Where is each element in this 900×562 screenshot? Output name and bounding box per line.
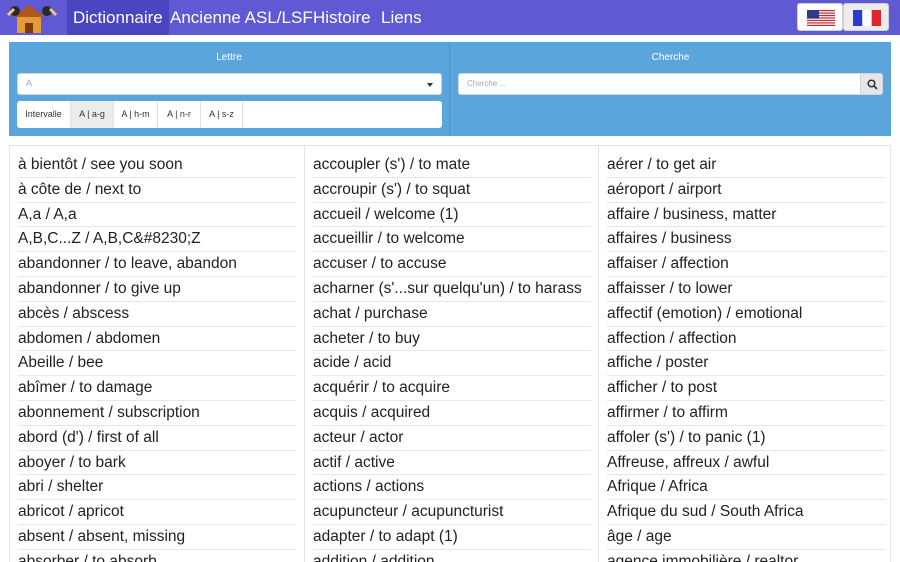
dictionary-entry-link[interactable]: accuser / to accuse	[313, 252, 591, 277]
dictionary-entry-link[interactable]: à bientôt / see you soon	[18, 153, 296, 178]
dictionary-entry-link[interactable]: abricot / apricot	[18, 500, 296, 525]
us-flag-icon	[807, 10, 835, 26]
dictionary-entry-link[interactable]: Afrique du sud / South Africa	[607, 500, 885, 525]
dictionary-entry-link[interactable]: abîmer / to damage	[18, 376, 296, 401]
letter-select[interactable]: A	[17, 73, 442, 95]
dictionary-list: à bientôt / see you soon à côte de / next…	[9, 145, 891, 562]
dictionary-entry-link[interactable]: acheter / to buy	[313, 327, 591, 352]
dictionary-entry-link[interactable]: abri / shelter	[18, 475, 296, 501]
dictionary-entry-link[interactable]: agence immobilière / realtor	[607, 550, 885, 562]
site-logo[interactable]	[5, 1, 59, 34]
dictionary-entry-link[interactable]: abandonner / to leave, abandon	[18, 252, 296, 277]
search-icon	[867, 79, 878, 90]
dictionary-entry-link[interactable]: acide / acid	[313, 351, 591, 377]
dictionary-entry-link[interactable]: affection / affection	[607, 327, 885, 352]
dictionary-entry-link[interactable]: A,B,C...Z / A,B,C&#8230;Z	[18, 227, 296, 253]
dictionary-entry-link[interactable]: acquérir / to acquire	[313, 376, 591, 401]
dictionary-entry-link[interactable]: affoler (s') / to panic (1)	[607, 426, 885, 451]
nav-liens[interactable]: Liens	[375, 0, 428, 35]
nav-ancienne-asl-lsf[interactable]: Ancienne ASL/LSF	[164, 0, 319, 35]
dictionary-entry-link[interactable]: abdomen / abdomen	[18, 327, 296, 352]
search-input[interactable]: Cherche ...	[458, 73, 860, 95]
range-a-g-button[interactable]: A | a-g	[71, 101, 114, 128]
dictionary-entry-link[interactable]: accueil / welcome (1)	[313, 203, 591, 228]
range-intervalle-button[interactable]: Intervalle	[17, 101, 71, 128]
search-button[interactable]	[860, 73, 883, 95]
dictionary-entry-link[interactable]: à côte de / next to	[18, 178, 296, 203]
dictionary-entry-link[interactable]: affirmer / to affirm	[607, 401, 885, 426]
dictionary-entry-link[interactable]: Afrique / Africa	[607, 475, 885, 501]
dictionary-entry-link[interactable]: absent / absent, missing	[18, 525, 296, 550]
caret-down-icon	[427, 83, 433, 87]
range-s-z-button[interactable]: A | s-z	[201, 101, 243, 128]
dictionary-entry-link[interactable]: actif / active	[313, 451, 591, 476]
dictionary-entry-link[interactable]: afficher / to post	[607, 376, 885, 401]
dictionary-entry-link[interactable]: affiche / poster	[607, 351, 885, 377]
dictionary-entry-link[interactable]: acquis / acquired	[313, 401, 591, 426]
dictionary-entry-link[interactable]: affaisser / to lower	[607, 277, 885, 302]
search-placeholder: Cherche ...	[467, 79, 507, 88]
top-navbar: Dictionnaire Ancienne ASL/LSF Histoire L…	[0, 0, 900, 35]
entries-column-2: accoupler (s') / to mate accroupir (s') /…	[304, 146, 598, 562]
dictionary-entry-link[interactable]: acupuncteur / acupuncturist	[313, 500, 591, 525]
dictionary-entry-link[interactable]: aéroport / airport	[607, 178, 885, 203]
dictionary-entry-link[interactable]: aérer / to get air	[607, 153, 885, 178]
nav-dictionnaire[interactable]: Dictionnaire	[67, 0, 169, 35]
range-n-r-button[interactable]: A | n-r	[158, 101, 201, 128]
dictionary-entry-link[interactable]: âge / age	[607, 525, 885, 550]
dictionary-entry-link[interactable]: abcès / abscess	[18, 302, 296, 327]
dictionary-entry-link[interactable]: actions / actions	[313, 475, 591, 501]
letter-select-value: A	[26, 78, 33, 88]
dictionary-entry-link[interactable]: affaire / business, matter	[607, 203, 885, 228]
entries-column-1: à bientôt / see you soon à côte de / next…	[10, 146, 304, 562]
dictionary-entry-link[interactable]: addition / addition	[313, 550, 591, 562]
dictionary-entry-link[interactable]: accoupler (s') / to mate	[313, 153, 591, 178]
dictionary-entry-link[interactable]: absorber / to absorb	[18, 550, 296, 562]
dictionary-entry-link[interactable]: abonnement / subscription	[18, 401, 296, 426]
dictionary-entry-link[interactable]: Affreuse, affreux / awful	[607, 451, 885, 476]
range-button-group: Intervalle A | a-g A | h-m A | n-r A | s…	[17, 101, 442, 128]
entries-column-3: aérer / to get air aéroport / airport affa…	[598, 146, 892, 562]
dictionary-entry-link[interactable]: A,a / A,a	[18, 203, 296, 228]
dictionary-entry-link[interactable]: affectif (emotion) / emotional	[607, 302, 885, 327]
dictionary-entry-link[interactable]: acteur / actor	[313, 426, 591, 451]
dictionary-entry-link[interactable]: accueillir / to welcome	[313, 227, 591, 253]
dictionary-entry-link[interactable]: acharner (s'...sur quelqu'un) / to haras…	[313, 277, 591, 302]
dictionary-entry-link[interactable]: achat / purchase	[313, 302, 591, 327]
dictionary-entry-link[interactable]: aboyer / to bark	[18, 451, 296, 476]
letter-label: Lettre	[216, 52, 242, 63]
search-label: Cherche	[651, 52, 690, 63]
dictionary-entry-link[interactable]: Abeille / bee	[18, 351, 296, 377]
france-flag-icon	[853, 10, 881, 26]
dictionary-entry-link[interactable]: abord (d') / first of all	[18, 426, 296, 451]
dictionary-entry-link[interactable]: abandonner / to give up	[18, 277, 296, 302]
range-h-m-button[interactable]: A | h-m	[114, 101, 158, 128]
dictionary-entry-link[interactable]: accroupir (s') / to squat	[313, 178, 591, 203]
dictionary-entry-link[interactable]: affaiser / affection	[607, 252, 885, 277]
dictionary-entry-link[interactable]: affaires / business	[607, 227, 885, 253]
nav-histoire[interactable]: Histoire	[307, 0, 377, 35]
language-english-button[interactable]	[797, 3, 843, 31]
dictionary-entry-link[interactable]: adapter / to adapt (1)	[313, 525, 591, 550]
language-french-button[interactable]	[843, 3, 889, 31]
